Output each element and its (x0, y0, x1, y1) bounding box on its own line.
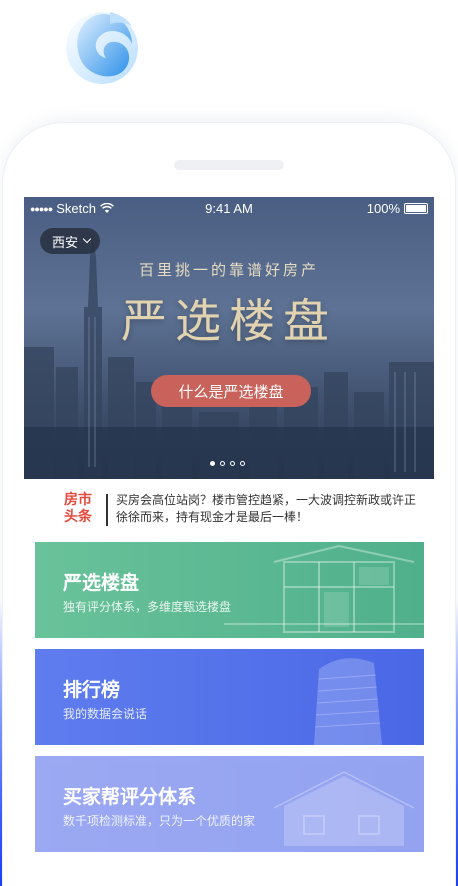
card-yanxuan-loupan[interactable]: 严选楼盘 独有评分体系，多维度甄选楼盘 (35, 542, 424, 638)
headline-divider (106, 494, 108, 526)
card-title: 严选楼盘 (63, 572, 140, 594)
battery-icon (404, 203, 428, 214)
city-selector-label: 西安 (52, 235, 79, 251)
pager-dot[interactable] (230, 461, 235, 466)
carousel-pager[interactable] (210, 461, 245, 466)
headline-badge: 房市 头条 (64, 492, 100, 526)
villa-image (273, 771, 415, 846)
battery-percent: 100% (366, 201, 400, 216)
card-title: 买家帮评分体系 (63, 786, 197, 808)
status-bar: ●●●●● Sketch 9:41 AM 100% (24, 197, 434, 219)
pager-dot[interactable] (240, 461, 245, 466)
card-title: 排行榜 (63, 679, 121, 701)
hero-banner[interactable]: ●●●●● Sketch 9:41 AM 100% 西安 百里挑一的靠谱好房产 … (24, 197, 434, 479)
card-ranking[interactable]: 排行榜 我的数据会说话 (35, 649, 424, 745)
app-logo-icon (66, 12, 138, 84)
card-subtitle: 数千项检测标准，只为一个优质的家 (63, 814, 256, 828)
pager-dot[interactable] (210, 461, 215, 466)
card-subtitle: 我的数据会说话 (63, 707, 148, 721)
pager-dot[interactable] (220, 461, 225, 466)
headline-badge-line2: 头条 (64, 509, 92, 525)
chevron-down-icon (82, 234, 92, 244)
headline-ticker[interactable]: 房市 头条 买房会高位站岗？楼市管控趋紧，一大波调控新政或许正徐徐而来，持有现金… (64, 490, 416, 530)
card-rating-system[interactable]: 买家帮评分体系 数千项检测标准，只为一个优质的家 (35, 756, 424, 852)
phone-speaker (174, 160, 284, 170)
skyscraper-image (314, 658, 382, 745)
card-subtitle: 独有评分体系，多维度甄选楼盘 (63, 600, 232, 614)
hero-title: 严选楼盘 (121, 294, 337, 348)
headline-badge-line1: 房市 (64, 492, 92, 508)
hero-slogan: 百里挑一的靠谱好房产 (138, 261, 319, 279)
what-is-yanxuan-button[interactable]: 什么是严选楼盘 (151, 375, 311, 407)
city-selector[interactable]: 西安 (40, 228, 101, 254)
headline-text[interactable]: 买房会高位站岗？楼市管控趋紧，一大波调控新政或许正徐徐而来，持有现金才是最后一棒… (116, 492, 416, 526)
house-structure-image (224, 544, 424, 633)
